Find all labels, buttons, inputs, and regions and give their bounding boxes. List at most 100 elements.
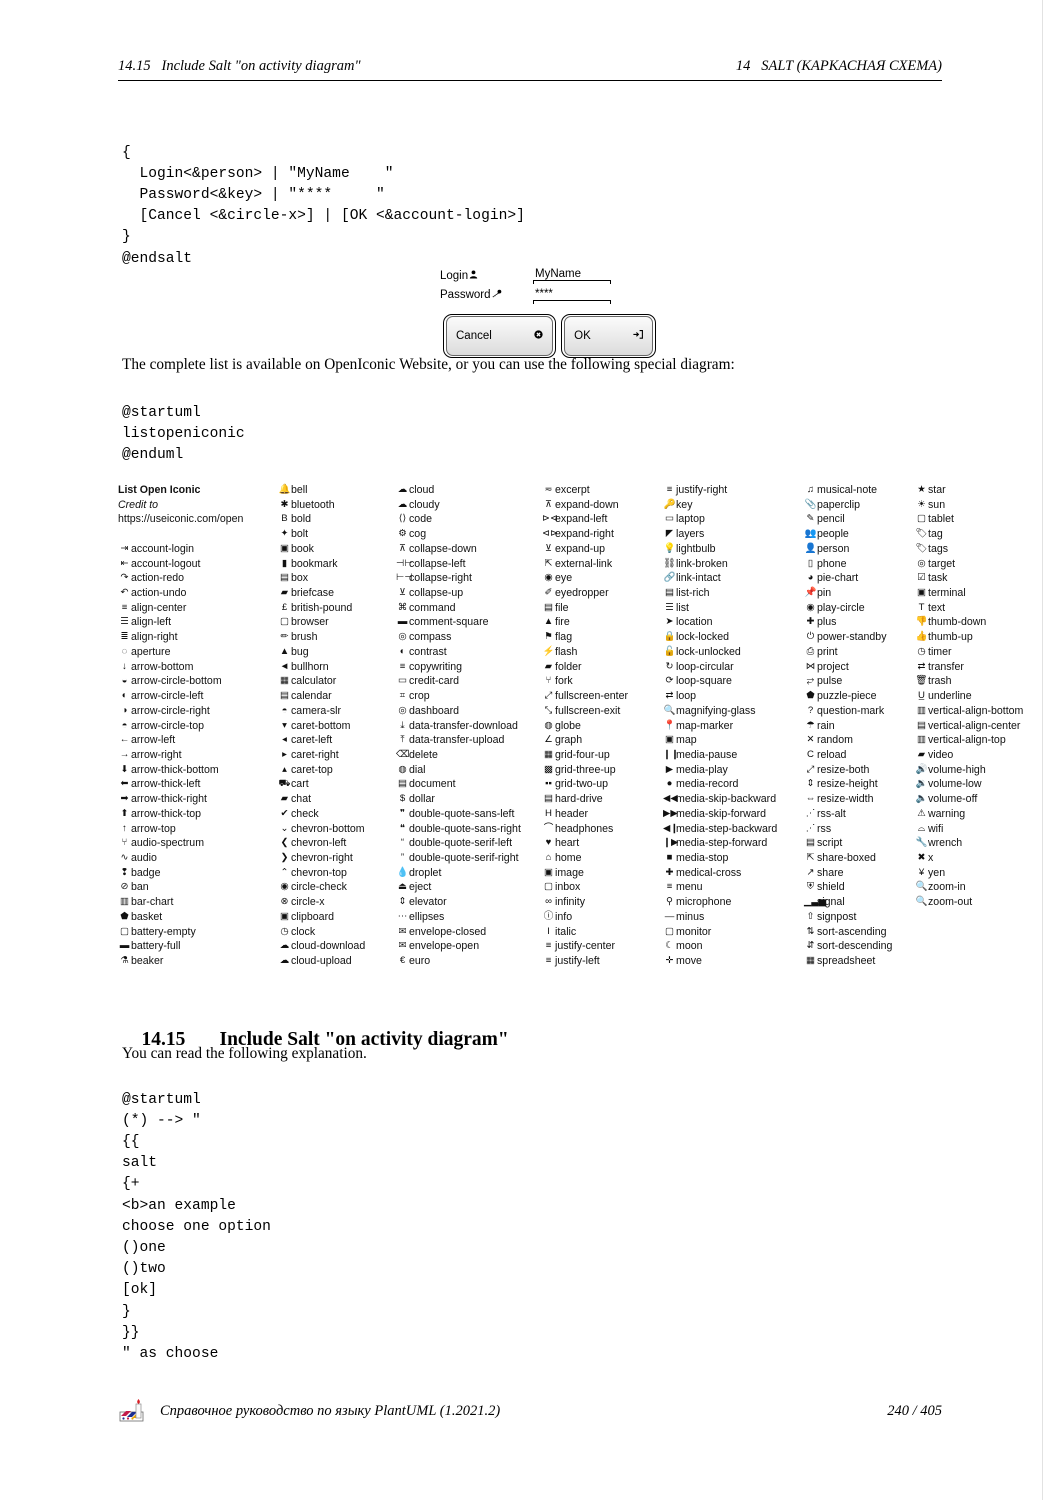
link-intact-icon: 🔗	[663, 572, 676, 584]
icon-list-item: ↓ arrow-bottom	[118, 660, 243, 675]
icon-list-item: ⏏ eject	[396, 880, 521, 895]
icon-list-item-label: random	[817, 734, 853, 747]
icon-list-item-label: align-left	[131, 616, 172, 629]
running-head: 14.15 Include Salt "on activity diagram"…	[118, 58, 942, 75]
double-quote-sans-left-icon: ❞	[399, 807, 406, 819]
icon-list-item-label: cloud-download	[291, 940, 366, 953]
key-icon	[491, 289, 502, 301]
icon-list-item: ◄ bullhorn	[278, 660, 365, 675]
icon-list-item-label: vertical-align-bottom	[928, 704, 1024, 717]
bolt-icon: ✦	[280, 528, 289, 540]
icon-list-item: $ dollar	[396, 792, 521, 807]
icon-list-item-label: italic	[555, 925, 577, 938]
icon-list-item-label: volume-off	[928, 793, 978, 806]
loop-icon: ⇄	[665, 690, 674, 702]
icon-list-item: 🔧 wrench	[915, 836, 1023, 851]
login-label: Login	[440, 270, 469, 282]
icon-list-item-label: transfer	[928, 660, 964, 673]
icon-list-item-label: external-link	[555, 557, 613, 570]
icon-list-item-label: graph	[555, 734, 583, 747]
icon-list-item-label: expand-left	[555, 513, 608, 526]
icon-list-item: ▢ battery-empty	[118, 925, 243, 940]
icon-list-item: ⇱ share-boxed	[804, 851, 892, 866]
icon-list-item: ▲ bug	[278, 645, 365, 660]
icon-list-item-label: arrow-circle-right	[131, 704, 210, 717]
icon-list-item-label: cog	[409, 528, 427, 541]
icon-list-item-label: link-intact	[676, 572, 721, 585]
monitor-icon: ▢	[664, 925, 675, 937]
icon-list-item: ⛓ link-broken	[663, 557, 777, 572]
icon-list-item-label: eject	[409, 881, 432, 894]
icon-list-item: 🔍 zoom-in	[915, 880, 1023, 895]
resize-height-icon: ⇕	[806, 778, 815, 790]
vertical-align-bottom-icon: ▥	[916, 704, 927, 716]
home-icon: ⌂	[545, 851, 552, 863]
rss-icon: ⋰	[805, 822, 816, 834]
icon-list-item: 🔊 volume-high	[915, 763, 1023, 778]
icon-list-item: ▤ calendar	[278, 689, 365, 704]
play-circle-icon: ◉	[806, 601, 815, 613]
icon-list-item-label: arrow-circle-bottom	[131, 675, 222, 688]
icon-list-item: Ttext	[915, 601, 1023, 616]
icon-list-item: ⑂ fork	[542, 674, 628, 689]
icon-list-item-label: data-transfer-download	[409, 719, 518, 732]
cancel-button[interactable]: Cancel	[443, 314, 557, 358]
icon-list-item: 💧 droplet	[396, 866, 521, 881]
warning-icon: ⚠	[917, 807, 926, 819]
cloudy-icon: ☁	[397, 498, 408, 510]
salt-row-password: Password	[440, 289, 502, 301]
icon-list-item-label: question-mark	[817, 704, 885, 717]
icon-list-item: ◐ arrow-circle-left	[118, 689, 243, 704]
icon-list-item: ▣ book	[278, 542, 365, 557]
arrow-circle-bottom-icon: ◒	[121, 675, 128, 687]
login-input[interactable]: MyName	[533, 268, 611, 287]
paragraph-explanation: You can read the following explanation.	[122, 1045, 367, 1062]
icon-list-item-label: briefcase	[291, 587, 334, 600]
icon-list-item: ◂ caret-left	[278, 733, 365, 748]
icon-list-item-label: media-step-forward	[676, 837, 768, 850]
eyedropper-icon: ✐	[544, 587, 553, 599]
ok-button[interactable]: OK	[561, 314, 657, 358]
icon-list-item: ✦ bolt	[278, 527, 365, 542]
icon-list-item-label: file	[555, 601, 569, 614]
icon-list-item: ≡ justify-left	[542, 954, 628, 969]
headphones-icon: ⌒	[543, 822, 554, 834]
icon-list-item: ▢ tablet	[915, 512, 1023, 527]
icon-list-item: ▯ phone	[804, 557, 892, 572]
icon-list-item-label: arrow-thick-top	[131, 807, 202, 820]
excerpt-icon: ≂	[544, 484, 553, 495]
signpost-icon: ⇧	[806, 910, 815, 922]
icon-list-item-label: magnifying-glass	[676, 704, 756, 717]
icon-list-item-label: crop	[409, 690, 430, 703]
arrow-right-icon: →	[119, 748, 130, 760]
password-label: Password	[440, 289, 491, 301]
icon-list-item: ⚠ warning	[915, 807, 1023, 822]
header-icon: H	[545, 807, 552, 819]
icon-list-item-label: delete	[409, 748, 438, 761]
microphone-icon: ⚲	[665, 896, 674, 908]
crop-icon: ⌗	[399, 690, 406, 702]
icon-list-item: ◷ clock	[278, 925, 365, 940]
underline-icon: U̲	[918, 690, 925, 702]
icon-list-item-label: bolt	[291, 528, 309, 541]
icon-list-item-label: trash	[928, 675, 952, 688]
copywriting-icon: ≡	[399, 660, 406, 672]
icon-list-item: ≂ excerpt	[542, 483, 628, 498]
camera-slr-icon: ◓	[281, 704, 288, 716]
menu-icon: ≡	[666, 881, 673, 893]
resize-width-icon: ⇔	[805, 793, 816, 805]
icon-list-item: ⇅ sort-ascending	[804, 925, 892, 940]
icon-list-item-label: tags	[928, 542, 949, 555]
icon-list-item-label: caret-right	[291, 748, 339, 761]
icon-list-item: ⋰ rss	[804, 822, 892, 837]
icon-list-item-label: target	[928, 557, 956, 570]
icon-list-item-label: justify-right	[676, 484, 728, 496]
icon-list-item: ⌘ command	[396, 601, 521, 616]
icon-list-item-label: task	[928, 572, 948, 585]
collapse-down-icon: ⊼	[398, 542, 407, 554]
map-marker-icon: 📍	[663, 719, 676, 731]
password-input[interactable]: ****	[533, 288, 611, 307]
icon-list-item-label: justify-center	[555, 940, 616, 953]
icon-list-item-label: basket	[131, 910, 163, 923]
circle-x-icon	[496, 318, 543, 354]
